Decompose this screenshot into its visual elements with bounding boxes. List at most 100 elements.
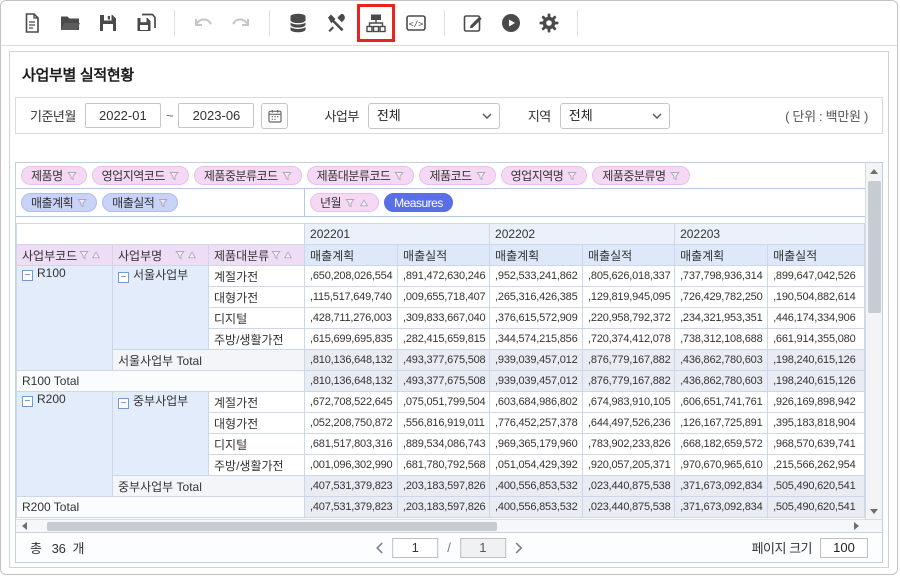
next-page-button[interactable] xyxy=(515,542,523,554)
region-select[interactable]: 전체 xyxy=(560,103,670,129)
period-header[interactable]: 202202 xyxy=(490,224,675,245)
settings-button[interactable] xyxy=(534,8,564,38)
grandtotal-label-cell: R200 Total xyxy=(17,497,305,518)
new-document-icon xyxy=(20,11,44,35)
measure-header[interactable]: 매출계획 xyxy=(490,245,583,266)
collapse-icon[interactable] xyxy=(22,270,33,281)
open-folder-button[interactable] xyxy=(55,8,85,38)
division-code-cell[interactable]: R200 xyxy=(17,392,113,497)
period-header[interactable]: 202201 xyxy=(305,224,490,245)
grid-footer: 총36개 / 페이지 크기 xyxy=(16,532,882,562)
filter-funnel-icon[interactable] xyxy=(79,250,89,260)
pivot-filter-field-chip[interactable]: 제품중분류코드 xyxy=(194,166,302,185)
filter-funnel-icon[interactable] xyxy=(345,198,355,208)
category-cell: 대형가전 xyxy=(209,287,305,308)
collapse-icon[interactable] xyxy=(22,396,33,407)
measure-header[interactable]: 매출실적 xyxy=(768,245,865,266)
row-field-header[interactable]: 사업부명 xyxy=(113,245,209,266)
redo-button[interactable] xyxy=(226,8,256,38)
pivot-filter-field-chip[interactable]: 제품중분류명 xyxy=(592,166,689,185)
scroll-right-button[interactable] xyxy=(848,520,865,533)
pivot-value-field-chip[interactable]: 매출실적 xyxy=(102,193,178,212)
value-cell: ,505,490,620,541 xyxy=(768,476,865,497)
pivot-filter-field-chip[interactable]: 제품명 xyxy=(21,166,87,185)
value-cell: ,129,819,945,095 xyxy=(583,287,675,308)
measure-header[interactable]: 매출계획 xyxy=(675,245,768,266)
chip-label: 제품코드 xyxy=(429,167,471,184)
tools-button[interactable] xyxy=(321,8,351,38)
grid-left: 제품명 영업지역코드 제품중분류코드 제품대분류코드 제품코드 영업지역명제품중분류명 매… xyxy=(16,163,865,519)
measure-header[interactable]: 매출실적 xyxy=(398,245,490,266)
current-page-input[interactable] xyxy=(392,538,438,558)
value-cell: ,939,039,457,012 xyxy=(490,371,583,392)
hierarchy-button[interactable] xyxy=(361,8,391,38)
division-select[interactable]: 전체 xyxy=(368,103,500,129)
row-field-header[interactable]: 사업부코드 xyxy=(17,245,113,266)
value-cell: ,023,440,875,538 xyxy=(583,476,675,497)
sort-ascending-icon[interactable] xyxy=(187,250,197,260)
vertical-scroll-thumb[interactable] xyxy=(868,181,881,313)
division-code-cell[interactable]: R100 xyxy=(17,266,113,371)
pivot-column-field-chip[interactable]: 년월 xyxy=(310,193,379,212)
filter-funnel-icon[interactable] xyxy=(77,198,87,208)
value-cell: ,203,183,597,826 xyxy=(398,497,490,518)
edit-button[interactable] xyxy=(458,8,488,38)
division-name-cell[interactable]: 중부사업부 xyxy=(113,392,209,476)
period-to-input[interactable] xyxy=(178,103,254,128)
value-cell: ,428,711,276,003 xyxy=(305,308,398,329)
horizontal-scrollbar[interactable] xyxy=(16,519,882,532)
value-cell: ,650,208,026,554 xyxy=(305,266,398,287)
prev-page-button[interactable] xyxy=(375,542,383,554)
filter-funnel-icon[interactable] xyxy=(670,171,680,181)
category-cell: 계절가전 xyxy=(209,266,305,287)
measure-header[interactable]: 매출계획 xyxy=(305,245,398,266)
category-cell: 주방/생활가전 xyxy=(209,329,305,350)
filter-funnel-icon[interactable] xyxy=(175,250,185,260)
undo-button[interactable] xyxy=(188,8,218,38)
filter-funnel-icon[interactable] xyxy=(476,171,486,181)
run-button[interactable] xyxy=(496,8,526,38)
database-button[interactable] xyxy=(283,8,313,38)
vertical-scrollbar[interactable] xyxy=(865,163,882,519)
value-cell: ,939,039,457,012 xyxy=(490,350,583,371)
horizontal-scroll-thumb[interactable] xyxy=(47,522,497,531)
pivot-filter-field-chip[interactable]: 제품대분류코드 xyxy=(307,166,415,185)
sort-ascending-icon[interactable] xyxy=(283,250,293,260)
filter-funnel-icon[interactable] xyxy=(282,171,292,181)
period-from-input[interactable] xyxy=(85,103,161,128)
division-name-cell[interactable]: 서울사업부 xyxy=(113,266,209,350)
collapse-icon[interactable] xyxy=(118,272,129,283)
pivot-filter-field-chip[interactable]: 제품코드 xyxy=(419,166,495,185)
calendar-button[interactable] xyxy=(261,103,288,129)
scroll-up-button[interactable] xyxy=(866,163,883,179)
page-size-input[interactable] xyxy=(820,538,868,558)
collapse-icon[interactable] xyxy=(118,398,129,409)
filter-funnel-icon[interactable] xyxy=(567,171,577,181)
total-count: 36 xyxy=(52,541,66,556)
value-cell: ,282,415,659,815 xyxy=(398,329,490,350)
save-all-button[interactable] xyxy=(131,8,161,38)
save-button[interactable] xyxy=(93,8,123,38)
pivot-filter-field-chip[interactable]: 영업지역명 xyxy=(501,166,588,185)
filter-funnel-icon[interactable] xyxy=(67,171,77,181)
value-cell: ,052,208,750,872 xyxy=(305,413,398,434)
filter-funnel-icon[interactable] xyxy=(271,250,281,260)
sort-ascending-icon[interactable] xyxy=(91,250,101,260)
value-cell: ,126,167,725,891 xyxy=(675,413,768,434)
code-button[interactable]: </> xyxy=(401,8,431,38)
scroll-left-button[interactable] xyxy=(16,520,33,533)
measure-header[interactable]: 매출실적 xyxy=(583,245,675,266)
category-cell: 디지털 xyxy=(209,434,305,455)
pivot-value-field-chip[interactable]: 매출계획 xyxy=(21,193,97,212)
pivot-filter-field-chip[interactable]: 영업지역코드 xyxy=(92,166,189,185)
scroll-down-button[interactable] xyxy=(866,503,883,519)
filter-funnel-icon[interactable] xyxy=(158,198,168,208)
page-title: 사업부별 실적현황 xyxy=(22,64,888,85)
period-header[interactable]: 202203 xyxy=(675,224,865,245)
new-document-button[interactable] xyxy=(17,8,47,38)
filter-funnel-icon[interactable] xyxy=(169,171,179,181)
filter-funnel-icon[interactable] xyxy=(394,171,404,181)
pivot-measures-chip[interactable]: Measures xyxy=(384,193,453,212)
sort-ascending-icon[interactable] xyxy=(359,198,369,208)
row-field-header[interactable]: 제품대분류 xyxy=(209,245,305,266)
